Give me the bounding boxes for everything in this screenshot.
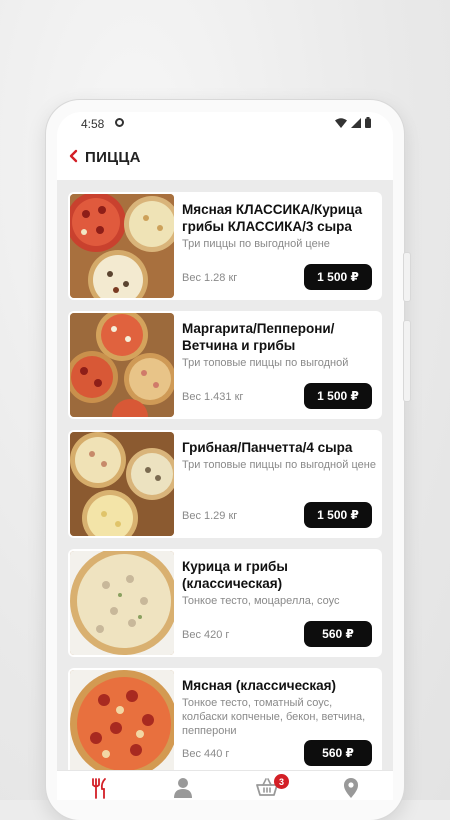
back-chevron-icon[interactable] [67, 149, 81, 163]
product-name: Грибная/Панчетта/4 сыра [182, 440, 353, 455]
wifi-icon [335, 117, 347, 128]
product-image [70, 551, 174, 655]
battery-icon [365, 117, 371, 128]
status-bar: 4:58 [57, 112, 393, 136]
product-weight: Вес 420 г [182, 629, 230, 641]
product-description: Три топовые пиццы по выгодной [182, 357, 349, 369]
tab-bar [57, 770, 393, 800]
product-weight: Вес 1.28 кг [182, 272, 238, 284]
page-title: ПИЦЦА [85, 149, 141, 166]
fork-knife-icon[interactable] [87, 777, 111, 799]
product-card[interactable]: Мясная КЛАССИКА/Курица грибы КЛАССИКА/3 … [68, 192, 382, 300]
price-button[interactable]: 1 500 ₽ [304, 383, 372, 409]
product-description: Три топовые пиццы по выгодной цене [182, 459, 376, 471]
product-weight: Вес 1.431 кг [182, 391, 244, 403]
price-button[interactable]: 1 500 ₽ [304, 502, 372, 528]
product-card[interactable]: Курица и грибы (классическая) Тонкое тес… [68, 549, 382, 657]
price-button[interactable]: 560 ₽ [304, 740, 372, 766]
product-description: Три пиццы по выгодной цене [182, 238, 330, 250]
product-card[interactable]: Маргарита/Пепперони/ Ветчина и грибы Три… [68, 311, 382, 419]
product-description: Тонкое тесто, моцарелла, соус [182, 595, 340, 607]
product-weight: Вес 440 г [182, 748, 230, 760]
product-description: Тонкое тесто, томатный соус, колбаски ко… [182, 697, 366, 737]
product-image [70, 194, 174, 298]
product-name: Курица и грибы (классическая) [182, 559, 288, 591]
price-button[interactable]: 560 ₽ [304, 621, 372, 647]
status-time: 4:58 [81, 117, 105, 131]
product-weight: Вес 1.29 кг [182, 510, 238, 522]
price-button[interactable]: 1 500 ₽ [304, 264, 372, 290]
profile-icon[interactable] [171, 777, 195, 799]
product-name: Маргарита/Пепперони/ Ветчина и грибы [182, 321, 335, 353]
product-list[interactable]: Мясная КЛАССИКА/Курица грибы КЛАССИКА/3 … [57, 180, 393, 770]
app-screen: 4:58 ПИЦЦА Мясная КЛАССИКА/Курица грибы … [57, 112, 393, 800]
side-button-bottom [403, 320, 411, 402]
signal-icon [351, 117, 361, 128]
product-image [70, 670, 174, 770]
location-icon[interactable] [339, 777, 363, 799]
product-card[interactable]: Мясная (классическая) Тонкое тесто, тома… [68, 668, 382, 770]
product-name: Мясная (классическая) [182, 678, 337, 693]
cart-count-badge: 3 [274, 774, 289, 789]
product-image [70, 432, 174, 536]
product-image [70, 313, 174, 417]
product-card[interactable]: Грибная/Панчетта/4 сыра Три топовые пицц… [68, 430, 382, 538]
app-notification-icon [115, 118, 124, 127]
product-name: Мясная КЛАССИКА/Курица грибы КЛАССИКА/3 … [182, 202, 363, 234]
side-button-top [403, 252, 411, 302]
status-icons [335, 117, 371, 128]
